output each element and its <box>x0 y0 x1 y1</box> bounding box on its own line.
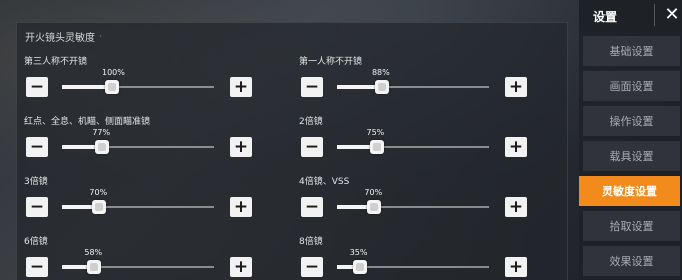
increase-button[interactable]: + <box>505 137 527 157</box>
decrease-button[interactable]: − <box>26 197 48 217</box>
increase-button[interactable]: + <box>230 197 252 217</box>
sensitivity-setting: 8倍镜 − 35% + <box>299 234 529 280</box>
increase-button[interactable]: + <box>230 137 252 157</box>
slider-thumb[interactable] <box>95 140 110 154</box>
slider-track[interactable] <box>62 260 214 274</box>
slider-value: 100% <box>102 68 125 77</box>
sensitivity-setting: 第三人称不开镜 − 100% + <box>24 54 254 110</box>
close-icon[interactable]: ✕ <box>663 4 681 26</box>
sidebar-menu-item[interactable]: 灵敏度设置 <box>579 176 680 206</box>
decrease-button[interactable]: − <box>301 257 323 277</box>
slider-thumb[interactable] <box>367 200 382 214</box>
slider-value: 88% <box>371 68 390 77</box>
slider-value: 58% <box>84 248 103 257</box>
sidebar-header: 设置 ✕ <box>579 0 682 32</box>
sidebar-menu-item[interactable]: 基础设置 <box>583 36 680 66</box>
increase-button[interactable]: + <box>505 197 527 217</box>
sidebar-menu-item[interactable]: 拾取设置 <box>583 211 680 241</box>
decrease-button[interactable]: − <box>301 197 323 217</box>
slider-track[interactable] <box>62 140 214 154</box>
sensitivity-setting: 6倍镜 − 58% + <box>24 234 254 280</box>
slider-track[interactable] <box>337 260 489 274</box>
decrease-button[interactable]: − <box>301 77 323 97</box>
slider-thumb[interactable] <box>105 80 119 94</box>
slider-value: 35% <box>349 248 368 257</box>
sensitivity-setting: 第一人称不开镜 − 88% + <box>299 54 529 110</box>
sensitivity-setting: 3倍镜 − 70% + <box>24 174 254 230</box>
setting-label: 第一人称不开镜 <box>299 57 363 67</box>
slider-value: 70% <box>89 188 108 197</box>
slider-thumb[interactable] <box>374 80 389 94</box>
panel-title-text: 开火镜头灵敏度 <box>25 33 95 44</box>
slider-thumb[interactable] <box>352 260 367 274</box>
slider-track[interactable] <box>337 140 489 154</box>
slider-thumb[interactable] <box>369 140 384 154</box>
setting-label: 红点、全息、机瞄、侧面瞄准镜 <box>24 117 151 127</box>
decrease-button[interactable]: − <box>26 137 48 157</box>
sensitivity-setting: 2倍镜 − 75% + <box>299 114 529 170</box>
sidebar-menu-item[interactable]: 操作设置 <box>583 106 680 136</box>
slider-value: 75% <box>366 128 385 137</box>
slider-track[interactable] <box>62 200 214 214</box>
setting-label: 8倍镜 <box>299 237 323 247</box>
increase-button[interactable]: + <box>230 257 252 277</box>
slider-value: 77% <box>92 128 111 137</box>
setting-label: 2倍镜 <box>299 117 323 127</box>
increase-button[interactable]: + <box>230 77 252 97</box>
increase-button[interactable]: + <box>505 77 527 97</box>
setting-label: 4倍镜、VSS <box>299 177 350 187</box>
header-divider <box>654 4 655 26</box>
increase-button[interactable]: + <box>505 257 527 277</box>
decrease-button[interactable]: − <box>26 77 48 97</box>
settings-sidebar: 设置 ✕ 基础设置画面设置操作设置载具设置灵敏度设置拾取设置效果设置 <box>579 0 682 280</box>
decrease-button[interactable]: − <box>26 257 48 277</box>
panel-title-dot: · <box>99 32 102 41</box>
setting-label: 6倍镜 <box>24 237 48 247</box>
slider-track[interactable] <box>337 80 489 94</box>
sidebar-menu-item[interactable]: 载具设置 <box>583 141 680 171</box>
setting-label: 3倍镜 <box>24 177 48 187</box>
panel-title: 开火镜头灵敏度 · <box>25 29 102 44</box>
decrease-button[interactable]: − <box>301 137 323 157</box>
sidebar-menu-item[interactable]: 效果设置 <box>583 246 680 276</box>
sensitivity-setting: 4倍镜、VSS − 70% + <box>299 174 529 230</box>
slider-thumb[interactable] <box>92 200 107 214</box>
slider-track[interactable] <box>337 200 489 214</box>
setting-label: 第三人称不开镜 <box>24 57 88 67</box>
sidebar-title: 设置 <box>593 10 618 24</box>
sensitivity-setting: 红点、全息、机瞄、侧面瞄准镜 − 77% + <box>24 114 254 170</box>
sidebar-menu-item[interactable]: 画面设置 <box>583 71 680 101</box>
slider-thumb[interactable] <box>87 260 102 274</box>
slider-track[interactable] <box>62 80 214 94</box>
slider-value: 70% <box>364 188 383 197</box>
